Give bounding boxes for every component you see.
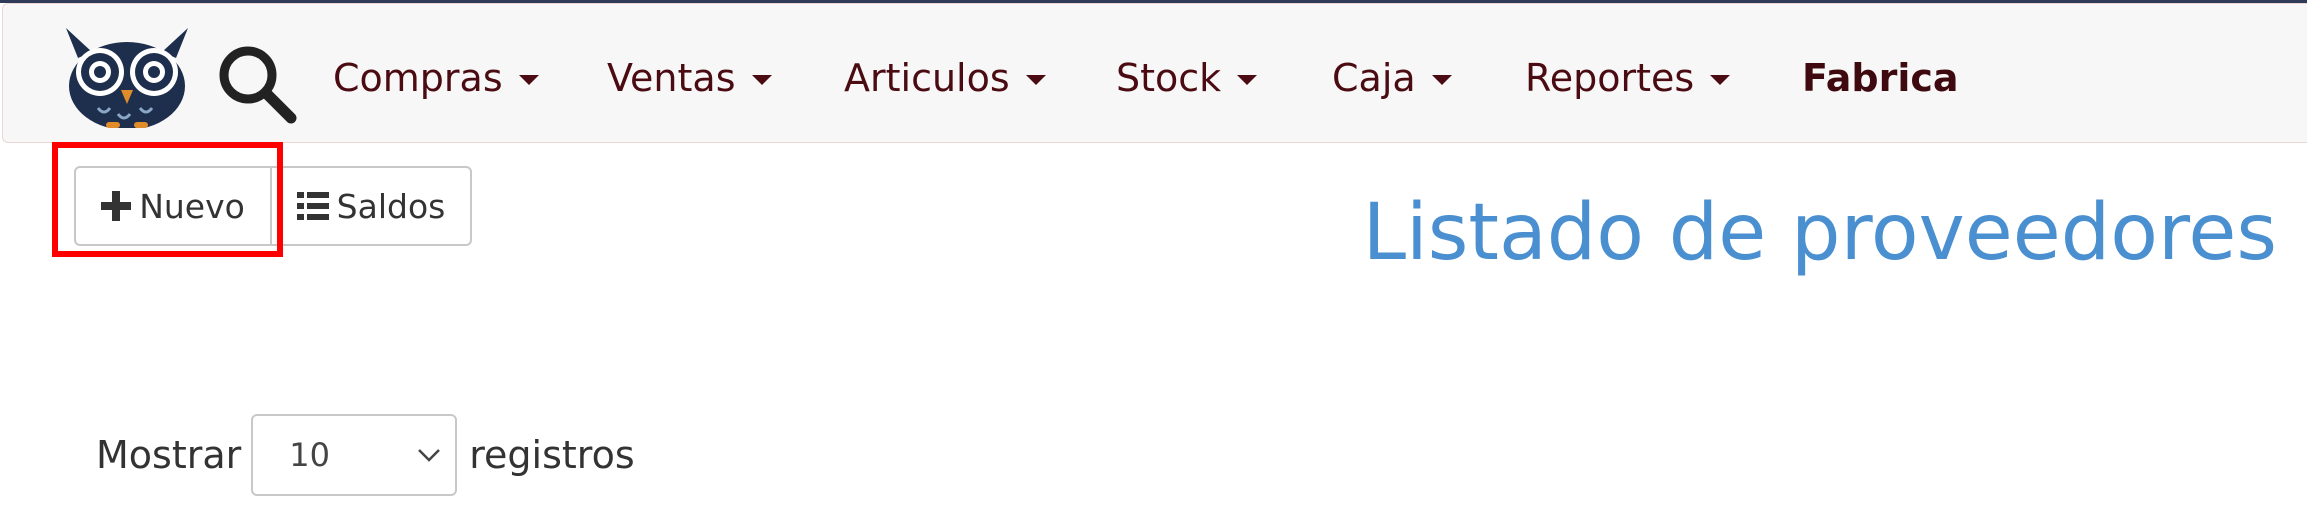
caret-down-icon bbox=[1710, 75, 1731, 85]
nav-articulos[interactable]: Articulos bbox=[844, 52, 1046, 104]
nav-ventas[interactable]: Ventas bbox=[607, 52, 772, 104]
page-size-select[interactable]: 10 bbox=[251, 414, 458, 496]
page-title: Listado de proveedores bbox=[1362, 188, 2277, 278]
nav-label: Stock bbox=[1116, 56, 1222, 100]
search-icon[interactable] bbox=[215, 42, 299, 126]
balances-button[interactable]: Saldos bbox=[272, 166, 472, 246]
list-icon bbox=[296, 192, 329, 220]
nav-compras[interactable]: Compras bbox=[333, 52, 539, 104]
caret-down-icon bbox=[1025, 75, 1046, 85]
nav-label: Ventas bbox=[607, 56, 736, 100]
table-length-control: Mostrar 10 registros bbox=[96, 414, 635, 496]
chevron-down-icon bbox=[418, 449, 441, 462]
new-button[interactable]: Nuevo bbox=[74, 166, 272, 246]
caret-down-icon bbox=[751, 75, 772, 85]
caret-down-icon bbox=[518, 75, 539, 85]
length-suffix-label: registros bbox=[469, 433, 635, 477]
nav-caja[interactable]: Caja bbox=[1332, 52, 1452, 104]
nav-label: Caja bbox=[1332, 56, 1416, 100]
owl-logo-icon[interactable] bbox=[58, 24, 196, 128]
nav-label: Reportes bbox=[1525, 56, 1695, 100]
balances-button-label: Saldos bbox=[336, 186, 446, 226]
length-prefix-label: Mostrar bbox=[96, 433, 242, 477]
nav-fabrica[interactable]: Fabrica bbox=[1802, 52, 1959, 104]
page-size-value: 10 bbox=[289, 436, 330, 474]
caret-down-icon bbox=[1237, 75, 1258, 85]
nav-label: Compras bbox=[333, 56, 503, 100]
navbar: Compras Ventas Articulos Stock Caja Repo… bbox=[2, 3, 2307, 143]
new-button-label: Nuevo bbox=[139, 186, 245, 226]
nav-reportes[interactable]: Reportes bbox=[1525, 52, 1731, 104]
plus-icon bbox=[101, 191, 132, 221]
caret-down-icon bbox=[1431, 75, 1452, 85]
nav-stock[interactable]: Stock bbox=[1116, 52, 1258, 104]
nav-label: Articulos bbox=[844, 56, 1010, 100]
nav-label: Fabrica bbox=[1802, 56, 1959, 100]
